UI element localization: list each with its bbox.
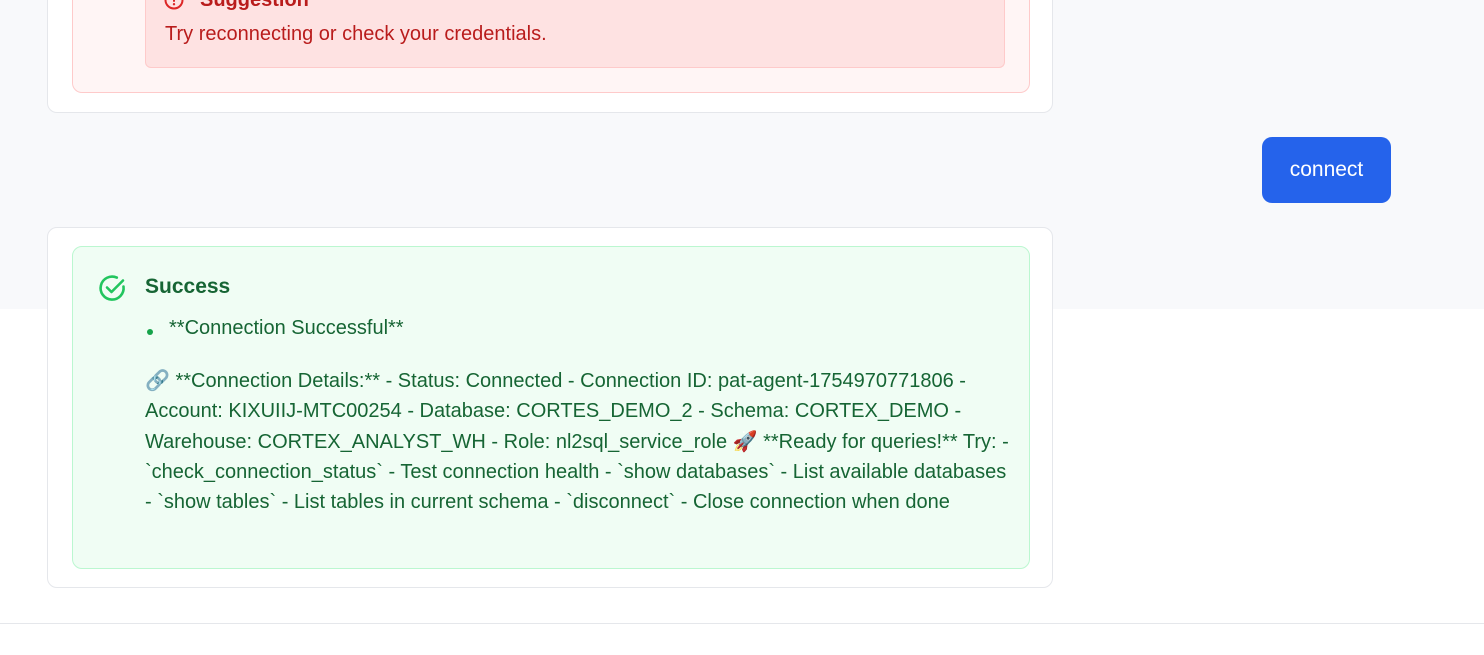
connection-details-text: 🔗 **Connection Details:** - Status: Conn… — [145, 365, 1011, 517]
suggestion-box: Suggestion Try reconnecting or check you… — [145, 0, 1005, 68]
success-title: Success — [145, 275, 231, 298]
alert-circle-icon — [164, 0, 184, 10]
assistant-message-success: Success **Connection Successful** 🔗 **Co… — [47, 227, 1053, 588]
rocket-emoji-icon: 🚀 — [732, 429, 758, 453]
error-alert: Suggestion Try reconnecting or check you… — [72, 0, 1030, 93]
bottom-divider — [0, 623, 1484, 624]
bullet-dot — [147, 329, 153, 335]
success-bullet-text: **Connection Successful** — [169, 317, 404, 339]
success-alert: Success **Connection Successful** 🔗 **Co… — [72, 246, 1030, 569]
suggestion-text: Try reconnecting or check your credentia… — [165, 23, 547, 45]
user-message-bubble[interactable]: connect — [1262, 137, 1391, 203]
link-emoji-icon: 🔗 — [145, 368, 170, 392]
check-circle-icon — [97, 273, 127, 303]
assistant-message-error: Suggestion Try reconnecting or check you… — [47, 0, 1053, 113]
suggestion-title: Suggestion — [200, 0, 309, 11]
